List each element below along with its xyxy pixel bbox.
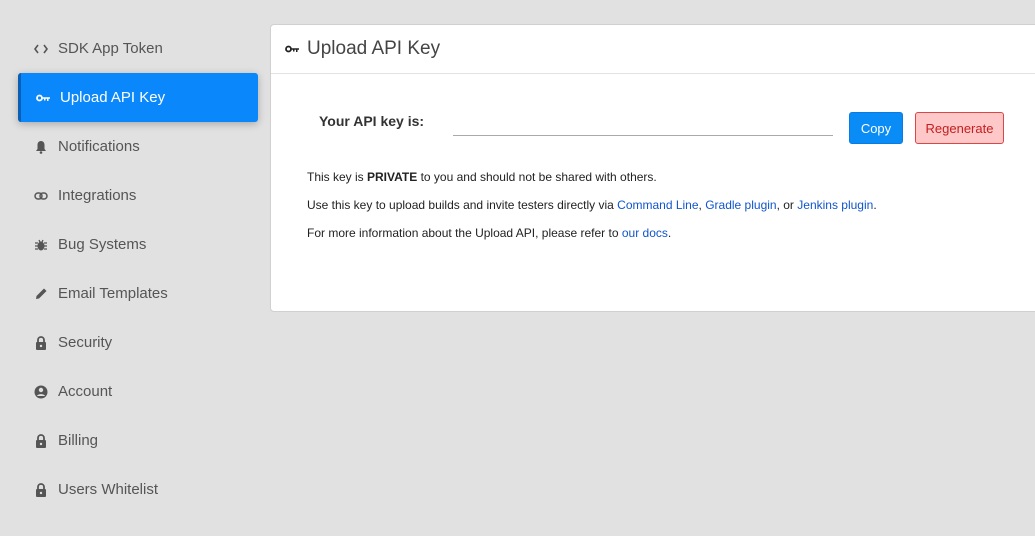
api-key-row: Your API key is: Copy Regenerate (271, 112, 1035, 144)
panel-header: Upload API Key (271, 25, 1035, 74)
account-icon (34, 385, 48, 399)
sidebar-item-users-whitelist[interactable]: Users Whitelist (18, 465, 258, 514)
sidebar-item-bug-systems[interactable]: Bug Systems (18, 220, 258, 269)
sidebar-item-integrations[interactable]: Integrations (18, 171, 258, 220)
sidebar-item-account[interactable]: Account (18, 367, 258, 416)
sidebar-item-label: Users Whitelist (58, 481, 159, 498)
text: , or (776, 198, 798, 212)
gradle-plugin-link[interactable]: Gradle plugin (705, 198, 776, 212)
sidebar-item-label: Email Templates (58, 285, 168, 302)
copy-button[interactable]: Copy (849, 112, 903, 144)
key-icon (285, 42, 299, 56)
api-key-info: This key is PRIVATE to you and should no… (307, 170, 877, 254)
link-icon (34, 189, 48, 203)
sidebar-item-sdk-app-token[interactable]: SDK App Token (18, 24, 258, 73)
lock-icon (34, 433, 48, 448)
sidebar-item-label: Account (58, 383, 113, 400)
text: to you and should not be shared with oth… (417, 170, 657, 184)
sidebar-item-label: Security (58, 334, 113, 351)
regenerate-button[interactable]: Regenerate (915, 112, 1004, 144)
sidebar-item-label: Upload API Key (60, 89, 166, 106)
text: . (667, 226, 672, 240)
usage-notice: Use this key to upload builds and invite… (307, 198, 877, 212)
sidebar-item-label: SDK App Token (58, 40, 163, 57)
command-line-link[interactable]: Command Line (617, 198, 698, 212)
docs-link[interactable]: our docs (622, 226, 668, 240)
sidebar-item-billing[interactable]: Billing (18, 416, 258, 465)
key-icon (36, 91, 50, 105)
sidebar-item-email-templates[interactable]: Email Templates (18, 269, 258, 318)
text: For more information about the Upload AP… (307, 226, 622, 240)
api-key-field[interactable] (453, 112, 833, 136)
private-notice: This key is PRIVATE to you and should no… (307, 170, 877, 184)
sidebar-item-security[interactable]: Security (18, 318, 258, 367)
upload-api-key-panel: Upload API Key Your API key is: Copy Reg… (270, 24, 1035, 312)
sidebar-item-notifications[interactable]: Notifications (18, 122, 258, 171)
sidebar-item-label: Billing (58, 432, 99, 449)
lock-icon (34, 482, 48, 497)
pencil-icon (34, 287, 48, 301)
text: Use this key to upload builds and invite… (307, 198, 618, 212)
sidebar-item-label: Integrations (58, 187, 137, 204)
sidebar-item-label: Bug Systems (58, 236, 147, 253)
text: This key is (307, 170, 368, 184)
sidebar-item-label: Notifications (58, 138, 140, 155)
code-icon (34, 42, 48, 56)
bell-icon (34, 140, 48, 154)
api-key-label: Your API key is: (319, 113, 425, 129)
panel-title: Upload API Key (307, 38, 441, 59)
settings-sidebar: SDK App Token Upload API Key Notificatio… (18, 24, 258, 514)
lock-icon (34, 335, 48, 350)
docs-notice: For more information about the Upload AP… (307, 226, 877, 240)
bug-icon (34, 238, 48, 252)
text: . (873, 198, 877, 212)
private-emphasis: PRIVATE (367, 170, 418, 184)
sidebar-item-upload-api-key[interactable]: Upload API Key (18, 73, 258, 122)
jenkins-plugin-link[interactable]: Jenkins plugin (797, 198, 873, 212)
